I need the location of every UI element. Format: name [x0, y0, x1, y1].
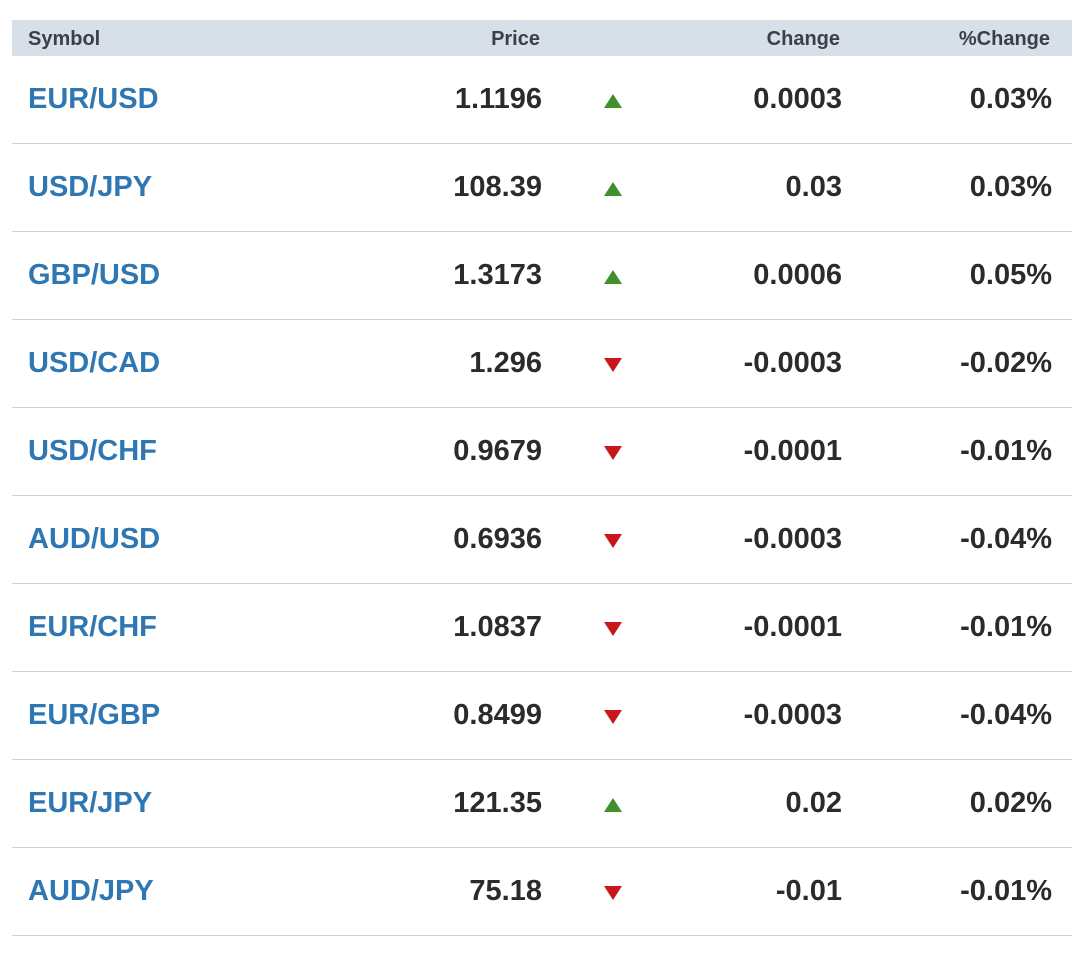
pct-change-value: 0.05% [969, 259, 1052, 291]
symbol-link[interactable]: AUD/JPY [28, 848, 154, 935]
change-value: -0.01 [775, 875, 842, 907]
up-arrow-icon [602, 56, 624, 143]
change-value: 0.02 [785, 787, 842, 819]
table-row: AUD/JPY 75.18 -0.01 -0.01% [12, 848, 1072, 936]
table-row: AUD/USD 0.6936 -0.0003 -0.04% [12, 496, 1072, 584]
table-row: USD/JPY 108.39 0.03 0.03% [12, 144, 1072, 232]
symbol-link[interactable]: USD/JPY [28, 144, 152, 231]
price-value: 1.296 [469, 347, 542, 379]
down-arrow-icon [602, 848, 624, 935]
price-value: 0.9679 [453, 435, 542, 467]
down-arrow-icon [602, 672, 624, 759]
price-value: 0.8499 [453, 699, 542, 731]
price-value: 1.1196 [454, 83, 542, 115]
down-arrow-icon [602, 408, 624, 495]
pct-change-value: 0.02% [969, 787, 1052, 819]
price-value: 1.0837 [453, 611, 542, 643]
table-row: EUR/GBP 0.8499 -0.0003 -0.04% [12, 672, 1072, 760]
table-row: EUR/CHF 1.0837 -0.0001 -0.01% [12, 584, 1072, 672]
table-row: EUR/USD 1.1196 0.0003 0.03% [12, 56, 1072, 144]
price-value: 108.39 [453, 171, 542, 203]
symbol-link[interactable]: EUR/GBP [28, 672, 160, 759]
table-row: USD/CAD 1.296 -0.0003 -0.02% [12, 320, 1072, 408]
price-value: 121.35 [453, 787, 542, 819]
pct-change-value: -0.01% [960, 611, 1052, 643]
down-arrow-icon [602, 320, 624, 407]
pct-change-value: -0.04% [960, 699, 1052, 731]
price-value: 0.6936 [453, 523, 542, 555]
change-value: -0.0001 [743, 435, 842, 467]
change-value: 0.0003 [753, 83, 842, 115]
pct-change-value: -0.01% [960, 435, 1052, 467]
symbol-link[interactable]: USD/CAD [28, 320, 160, 407]
symbol-link[interactable]: EUR/USD [28, 56, 159, 143]
currency-quotes-table: Symbol Price Change %Change EUR/USD 1.11… [12, 20, 1072, 936]
symbol-link[interactable]: AUD/USD [28, 496, 160, 583]
up-arrow-icon [602, 144, 624, 231]
pct-change-value: 0.03% [969, 171, 1052, 203]
down-arrow-icon [602, 496, 624, 583]
symbol-link[interactable]: EUR/CHF [28, 584, 157, 671]
column-header-symbol[interactable]: Symbol [28, 20, 100, 56]
table-row: USD/CHF 0.9679 -0.0001 -0.01% [12, 408, 1072, 496]
change-value: -0.0003 [743, 347, 842, 379]
table-header: Symbol Price Change %Change [12, 20, 1072, 56]
table-row: GBP/USD 1.3173 0.0006 0.05% [12, 232, 1072, 320]
price-value: 75.18 [469, 875, 542, 907]
change-value: -0.0001 [743, 611, 842, 643]
up-arrow-icon [602, 760, 624, 847]
change-value: -0.0003 [743, 699, 842, 731]
symbol-link[interactable]: GBP/USD [28, 232, 160, 319]
symbol-link[interactable]: EUR/JPY [28, 760, 152, 847]
column-header-change[interactable]: Change [767, 20, 840, 56]
pct-change-value: -0.02% [960, 347, 1052, 379]
column-header-price[interactable]: Price [491, 20, 540, 56]
symbol-link[interactable]: USD/CHF [28, 408, 157, 495]
price-value: 1.3173 [453, 259, 542, 291]
down-arrow-icon [602, 584, 624, 671]
change-value: 0.0006 [753, 259, 842, 291]
pct-change-value: 0.03% [969, 83, 1052, 115]
table-row: EUR/JPY 121.35 0.02 0.02% [12, 760, 1072, 848]
column-header-pct-change[interactable]: %Change [959, 20, 1050, 56]
up-arrow-icon [602, 232, 624, 319]
change-value: 0.03 [785, 171, 842, 203]
pct-change-value: -0.01% [960, 875, 1052, 907]
change-value: -0.0003 [743, 523, 842, 555]
pct-change-value: -0.04% [960, 523, 1052, 555]
